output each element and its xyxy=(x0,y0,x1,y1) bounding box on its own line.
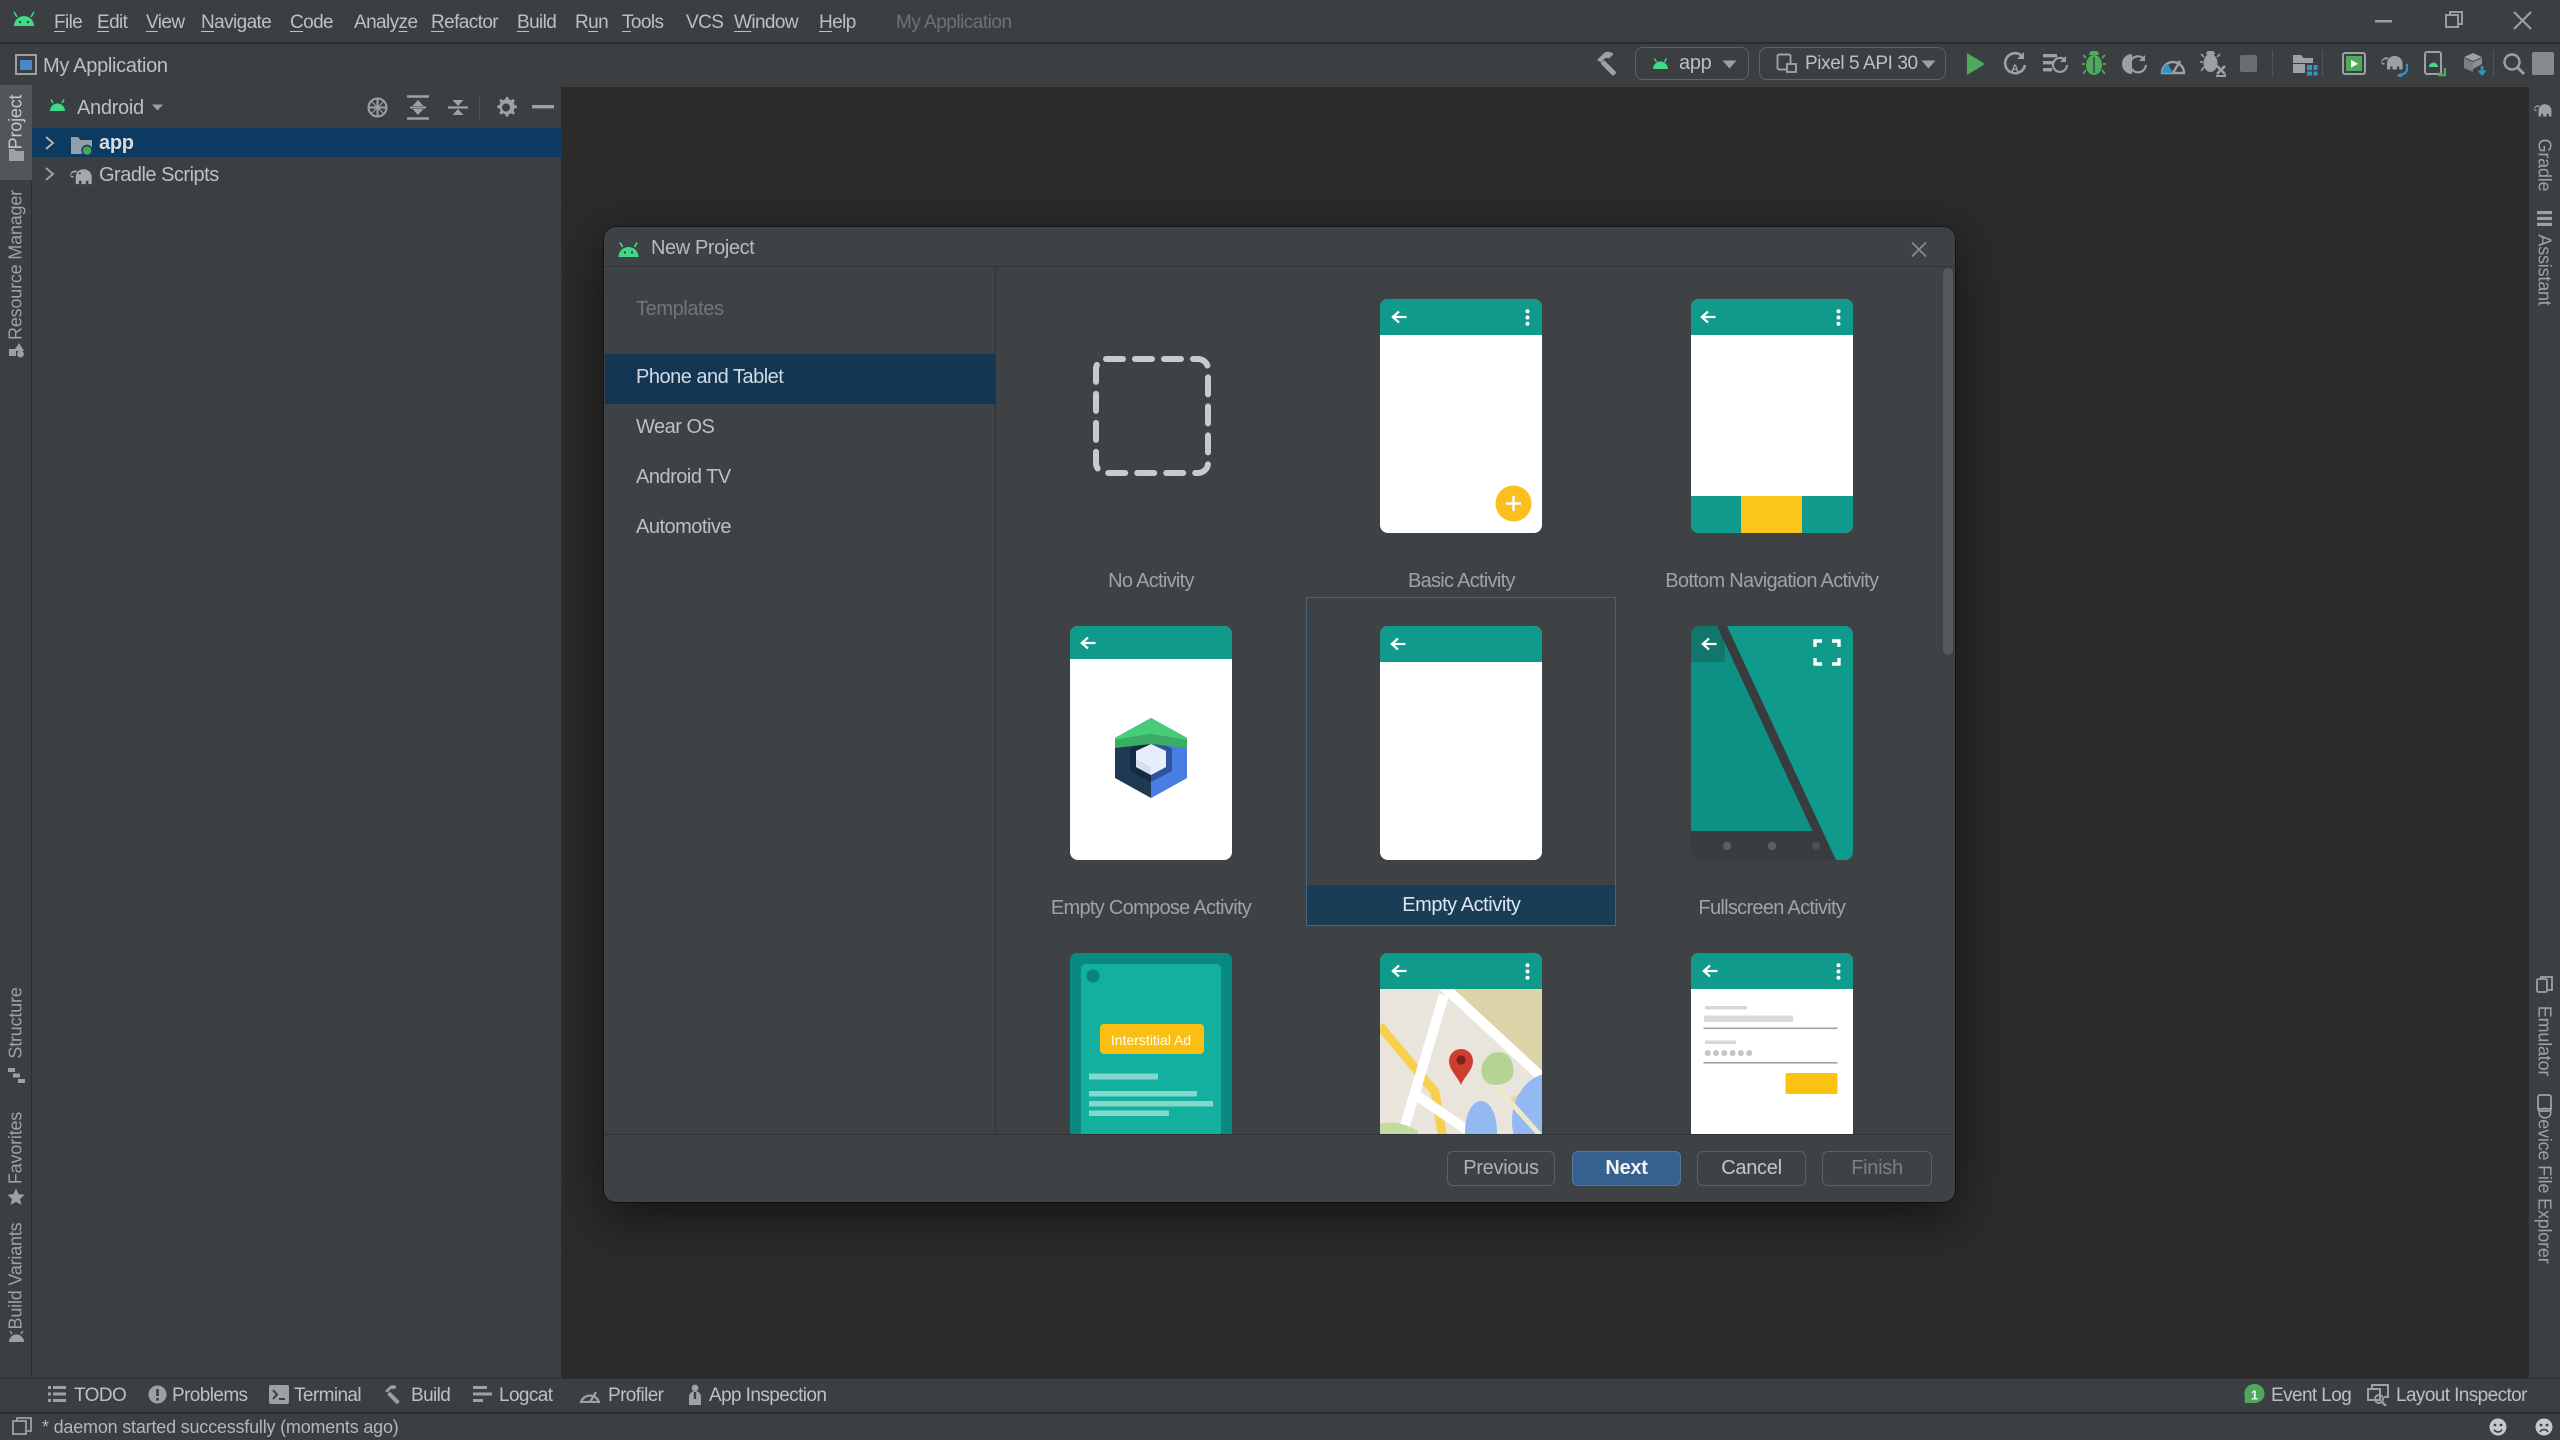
svg-text:Interstitial Ad: Interstitial Ad xyxy=(1111,1032,1191,1048)
svg-text:A: A xyxy=(2011,63,2019,75)
svg-text:1: 1 xyxy=(2251,1388,2258,1403)
